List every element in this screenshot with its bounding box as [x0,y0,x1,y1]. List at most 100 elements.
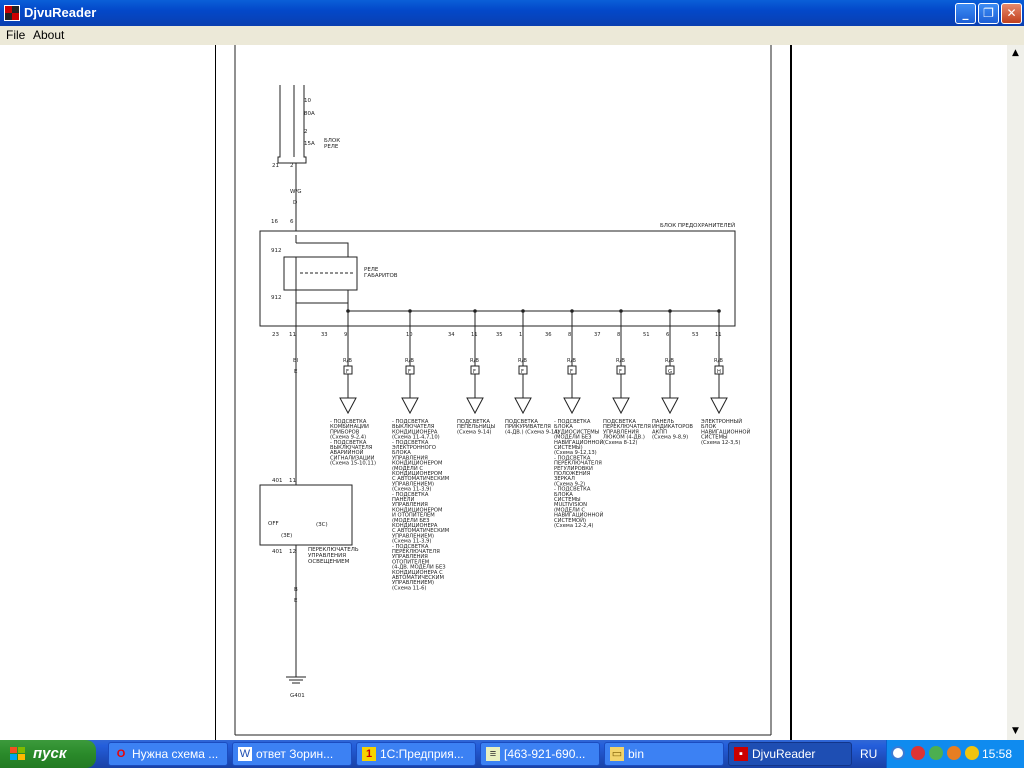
title-bar[interactable]: DjvuReader _ ❐ ✕ [0,0,1024,26]
scroll-down-arrow[interactable]: ▼ [1007,723,1024,740]
relay-label-2: ГАБАРИТОВ [364,273,398,279]
maximize-button[interactable]: ❐ [978,3,999,24]
output-arrow [339,397,357,415]
left-out-conn: 23 [272,332,279,338]
switch-pin-top: 11 [289,478,296,484]
fuse-box-id-top: 912 [271,248,282,254]
output-arrow [514,397,532,415]
switch-off: OFF [268,521,279,527]
tray-app-icon[interactable] [947,746,961,760]
fuse-box-label: БЛОК ПРЕДОХРАНИТЕЛЕЙ [660,222,735,229]
fuse-box-pin: 6 [290,219,294,225]
output-pin: 9 [344,332,347,338]
output-wire-letter: F [570,369,573,375]
switch-conn-bot: 401 [272,549,283,555]
fuse-2-num: 2 [304,129,308,135]
task-opera[interactable]: O Нужна схема ... [108,742,228,766]
output-description-line: (Схема 11-6) [392,585,426,591]
output-conn: 33 [321,332,328,338]
output-pin: 11 [471,332,478,338]
fuse-1-amp: 80A [304,111,315,117]
menu-bar: File About [0,26,1024,45]
switch-label-3: ОСВЕЩЕНИЕМ [308,559,350,565]
output-arrow [401,397,419,415]
junction-dot [473,309,477,313]
task-label: bin [628,747,645,761]
output-wire-color: R/B [405,358,414,364]
scroll-up-arrow[interactable]: ▲ [1007,45,1024,62]
task-notepad[interactable]: ≡ [463-921-690... [480,742,600,766]
output-conn: 53 [692,332,699,338]
task-djvureader[interactable]: ▪ DjvuReader [728,742,852,766]
notepad-icon: ≡ [486,747,500,761]
output-pin: 6 [666,332,669,338]
task-label: DjvuReader [752,747,816,761]
menu-file[interactable]: File [6,28,25,42]
output-description-line: (Схема 15-10,11) [330,461,376,467]
1c-icon: 1 [362,747,376,761]
output-description-line: (Схема 8-12) [603,440,637,446]
output-wire-color: R/B [518,358,527,364]
ground-wire-color: B [294,587,298,593]
output-wire-letter: F [473,369,476,375]
output-arrow [661,397,679,415]
minimize-button[interactable]: _ [955,3,976,24]
network-icon[interactable] [911,746,925,760]
output-arrow [466,397,484,415]
djvu-app-icon [4,5,20,21]
output-description-line: (Схема 9-8,9) [652,435,688,441]
output-pin: 8 [568,332,571,338]
switch-conn-top: 401 [272,478,283,484]
language-indicator[interactable]: RU [860,747,877,761]
output-wire-color: R/B [470,358,479,364]
relay-block-label-2: РЕЛЕ [324,144,339,150]
output-conn: 36 [545,332,552,338]
taskbar: пуск O Нужна схема ... W ответ Зорин... … [0,740,1024,768]
top-pin: 2 [290,163,294,169]
antivirus-icon[interactable] [929,746,943,760]
output-description-line: (Схема 12-3,5) [701,440,740,446]
bus-line [347,303,720,326]
output-description-line: (Схема 12-2,4) [554,523,593,529]
junction-dot [408,309,412,313]
output-conn: 37 [594,332,601,338]
fb-wire-2 [296,242,349,257]
output-wire-letter: F [521,369,524,375]
output-wire-color: R/B [567,358,576,364]
left-out-wire: Bl [293,358,299,364]
output-arrow [612,397,630,415]
page-border-right [790,45,792,740]
output-wire-color: R/B [343,358,352,364]
output-pin: 1 [519,332,522,338]
task-label: Нужна схема ... [132,747,219,761]
task-label: ответ Зорин... [256,747,334,761]
window-title: DjvuReader [24,5,97,20]
menu-about[interactable]: About [33,28,64,42]
switch-pos2: (ЗС) [316,522,328,528]
ground-wire-letter: E [294,598,298,604]
output-arrow [710,397,728,415]
fb-wire-3 [295,290,349,304]
djvu-page: 10 80A 2 15A БЛОК РЕЛЕ 21 2 W/G D БЛОК П… [216,45,790,740]
vertical-scrollbar[interactable]: ▲ ▼ [1007,45,1024,740]
output-pin: 8 [617,332,620,338]
clock: 15:58 [982,747,1013,761]
output-wire-color: R/B [714,358,723,364]
fuse-2-amp: 15A [304,141,315,147]
switch-outline [259,484,353,546]
fuse-box-conn: 16 [271,219,278,225]
task-bin-folder[interactable]: ▭ bin [604,742,724,766]
junction-dot [570,309,574,313]
opera-tray-icon[interactable] [965,746,979,760]
close-button[interactable]: ✕ [1001,3,1022,24]
output-pin: 11 [715,332,722,338]
fuse-box-outline [259,230,736,327]
task-1c[interactable]: 1 1С:Предприя... [356,742,476,766]
tray-arrow-icon[interactable] [891,746,905,760]
start-button[interactable]: пуск [0,740,96,768]
opera-icon: O [116,748,126,760]
junction-dot [521,309,525,313]
output-description-line: (4-ДВ.) (Схема 9-14) [505,429,560,435]
task-word[interactable]: W ответ Зорин... [232,742,352,766]
junction-dot [668,309,672,313]
